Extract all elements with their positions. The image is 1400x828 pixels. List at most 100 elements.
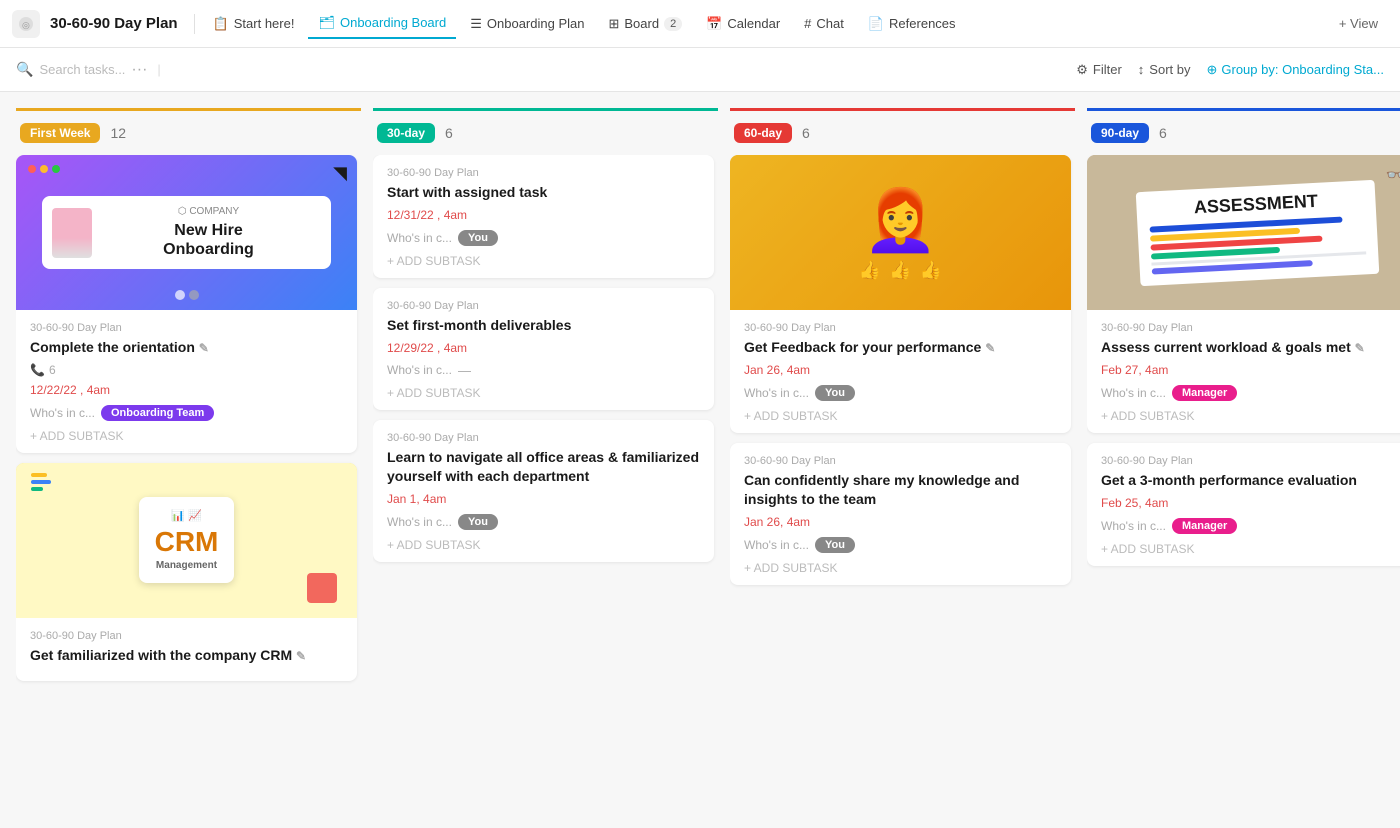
more-options-button[interactable]: ···	[131, 61, 147, 79]
nav-item-add-view[interactable]: + View	[1329, 10, 1388, 37]
assignee-row: Who's in c... Manager	[1101, 518, 1400, 534]
task-card[interactable]: 👓 ASSESSMENT 30-60-90 Day Plan As	[1087, 155, 1400, 433]
add-subtask-button[interactable]: + ADD SUBTASK	[30, 429, 343, 443]
assessment-image: 👓 ASSESSMENT	[1087, 155, 1400, 310]
column-top-border	[730, 108, 1075, 121]
column-count: 6	[1159, 125, 1167, 141]
column-tag: 60-day	[734, 123, 792, 143]
card-body: 30-60-90 Day Plan Get familiarized with …	[16, 618, 357, 681]
column-header: 90-day 6	[1087, 123, 1400, 155]
due-date: Feb 25, 4am	[1101, 496, 1400, 510]
card-body: 30-60-90 Day Plan Get a 3-month performa…	[1087, 443, 1400, 566]
card-title: Assess current workload & goals met ✎	[1101, 338, 1400, 357]
nav-item-start[interactable]: 📋 Start here!	[203, 10, 305, 38]
nav-item-onboarding-board[interactable]: 🗂 Onboarding Board	[308, 9, 456, 39]
card-body: 30-60-90 Day Plan Learn to navigate all …	[373, 420, 714, 562]
nav-item-chat[interactable]: # Chat	[794, 10, 854, 37]
assignee-row: Who's in c... Onboarding Team	[30, 405, 343, 421]
board-icon: 🗂	[318, 15, 335, 31]
task-card[interactable]: 30-60-90 Day Plan Can confidently share …	[730, 443, 1071, 585]
attachment-icon: ✎	[1355, 341, 1365, 355]
assignee-badge: Manager	[1172, 385, 1237, 401]
column-count: 6	[445, 125, 453, 141]
top-nav: ◎ 30-60-90 Day Plan 📋 Start here! 🗂 Onbo…	[0, 0, 1400, 48]
card-title: Get Feedback for your performance ✎	[744, 338, 1057, 357]
assignee-badge: You	[815, 385, 855, 401]
add-subtask-button[interactable]: + ADD SUBTASK	[744, 561, 1057, 575]
card-title: Complete the orientation ✎	[30, 338, 343, 357]
card-plan: 30-60-90 Day Plan	[387, 300, 700, 312]
assignee-row: Who's in c... You	[744, 385, 1057, 401]
card-plan: 30-60-90 Day Plan	[1101, 322, 1400, 334]
card-plan: 30-60-90 Day Plan	[744, 322, 1057, 334]
column-count: 6	[802, 125, 810, 141]
add-subtask-button[interactable]: + ADD SUBTASK	[387, 254, 700, 268]
card-body: 30-60-90 Day Plan Assess current workloa…	[1087, 310, 1400, 433]
card-plan: 30-60-90 Day Plan	[30, 322, 343, 334]
start-icon: 📋	[213, 16, 229, 32]
card-plan: 30-60-90 Day Plan	[387, 432, 700, 444]
sort-icon: ↕	[1138, 62, 1145, 77]
nav-item-onboarding-plan[interactable]: ☰ Onboarding Plan	[460, 10, 594, 38]
nav-item-board[interactable]: ⊞ Board 2	[598, 10, 692, 38]
task-card[interactable]: ◥ ⬡ COMPANY New HireOnboarding 30-60-90 …	[16, 155, 357, 453]
card-body: 30-60-90 Day Plan Can confidently share …	[730, 443, 1071, 585]
search-box[interactable]: 🔍 Search tasks... ··· |	[16, 61, 538, 79]
column-cards: 30-60-90 Day Plan Start with assigned ta…	[373, 155, 718, 572]
due-date: 12/29/22 , 4am	[387, 341, 700, 355]
due-date: Jan 26, 4am	[744, 515, 1057, 529]
card-body: 30-60-90 Day Plan Set first-month delive…	[373, 288, 714, 410]
assignee-row: Who's in c... —	[387, 363, 700, 378]
who-label: Who's in c...	[387, 515, 452, 529]
due-date: Jan 1, 4am	[387, 492, 700, 506]
page-title: 30-60-90 Day Plan	[50, 15, 178, 32]
toolbar-actions: ⚙ Filter ↕ Sort by ⊕ Group by: Onboardin…	[1076, 62, 1384, 78]
calendar-icon: 📅	[706, 16, 722, 32]
column-tag: First Week	[20, 123, 100, 143]
card-title: Learn to navigate all office areas & fam…	[387, 448, 700, 486]
task-card[interactable]: 30-60-90 Day Plan Start with assigned ta…	[373, 155, 714, 278]
sort-button[interactable]: ↕ Sort by	[1138, 62, 1191, 77]
card-title: Can confidently share my knowledge and i…	[744, 471, 1057, 509]
who-label: Who's in c...	[30, 406, 95, 420]
who-label: Who's in c...	[1101, 519, 1166, 533]
due-date: 12/31/22 , 4am	[387, 208, 700, 222]
nav-item-calendar[interactable]: 📅 Calendar	[696, 10, 790, 38]
card-title: Start with assigned task	[387, 183, 700, 202]
phone-icon: 📞	[30, 363, 45, 377]
group-by-button[interactable]: ⊕ Group by: Onboarding Sta...	[1206, 62, 1384, 78]
task-card[interactable]: 📊 📈 CRM Management 30-60-90 Day Plan Get…	[16, 463, 357, 681]
card-title: Get familiarized with the company CRM ✎	[30, 646, 343, 665]
column-90-day: 90-day 6 👓 ASSESSMENT	[1087, 108, 1400, 576]
board2-icon: ⊞	[608, 16, 619, 32]
task-card[interactable]: 30-60-90 Day Plan Get a 3-month performa…	[1087, 443, 1400, 566]
add-subtask-button[interactable]: + ADD SUBTASK	[387, 538, 700, 552]
plan-icon: ☰	[470, 16, 482, 32]
column-cards: 👓 ASSESSMENT 30-60-90 Day Plan As	[1087, 155, 1400, 576]
card-body: 30-60-90 Day Plan Start with assigned ta…	[373, 155, 714, 278]
add-subtask-button[interactable]: + ADD SUBTASK	[1101, 542, 1400, 556]
attachment-icon: ✎	[296, 649, 306, 663]
add-subtask-button[interactable]: + ADD SUBTASK	[387, 386, 700, 400]
assignee-row: Who's in c... You	[387, 514, 700, 530]
column-60-day: 60-day 6 👩‍🦰 👍 👍 👍 30-60-90 Day Plan	[730, 108, 1075, 595]
add-subtask-button[interactable]: + ADD SUBTASK	[744, 409, 1057, 423]
filter-button[interactable]: ⚙ Filter	[1076, 62, 1122, 78]
nav-divider-1	[194, 14, 195, 34]
nav-item-references[interactable]: 📄 References	[858, 10, 966, 38]
add-subtask-button[interactable]: + ADD SUBTASK	[1101, 409, 1400, 423]
column-count: 12	[110, 125, 126, 141]
search-icon: 🔍	[16, 61, 33, 78]
assignee-empty: —	[458, 363, 471, 378]
column-top-border	[1087, 108, 1400, 121]
column-header: First Week 12	[16, 123, 361, 155]
task-card[interactable]: 👩‍🦰 👍 👍 👍 30-60-90 Day Plan Get Feedback…	[730, 155, 1071, 433]
task-card[interactable]: 30-60-90 Day Plan Set first-month delive…	[373, 288, 714, 410]
app-logo: ◎	[12, 10, 40, 38]
who-label: Who's in c...	[1101, 386, 1166, 400]
assignee-badge: You	[458, 514, 498, 530]
assignee-row: Who's in c... You	[387, 230, 700, 246]
card-body: 30-60-90 Day Plan Get Feedback for your …	[730, 310, 1071, 433]
task-card[interactable]: 30-60-90 Day Plan Learn to navigate all …	[373, 420, 714, 562]
due-date: Jan 26, 4am	[744, 363, 1057, 377]
